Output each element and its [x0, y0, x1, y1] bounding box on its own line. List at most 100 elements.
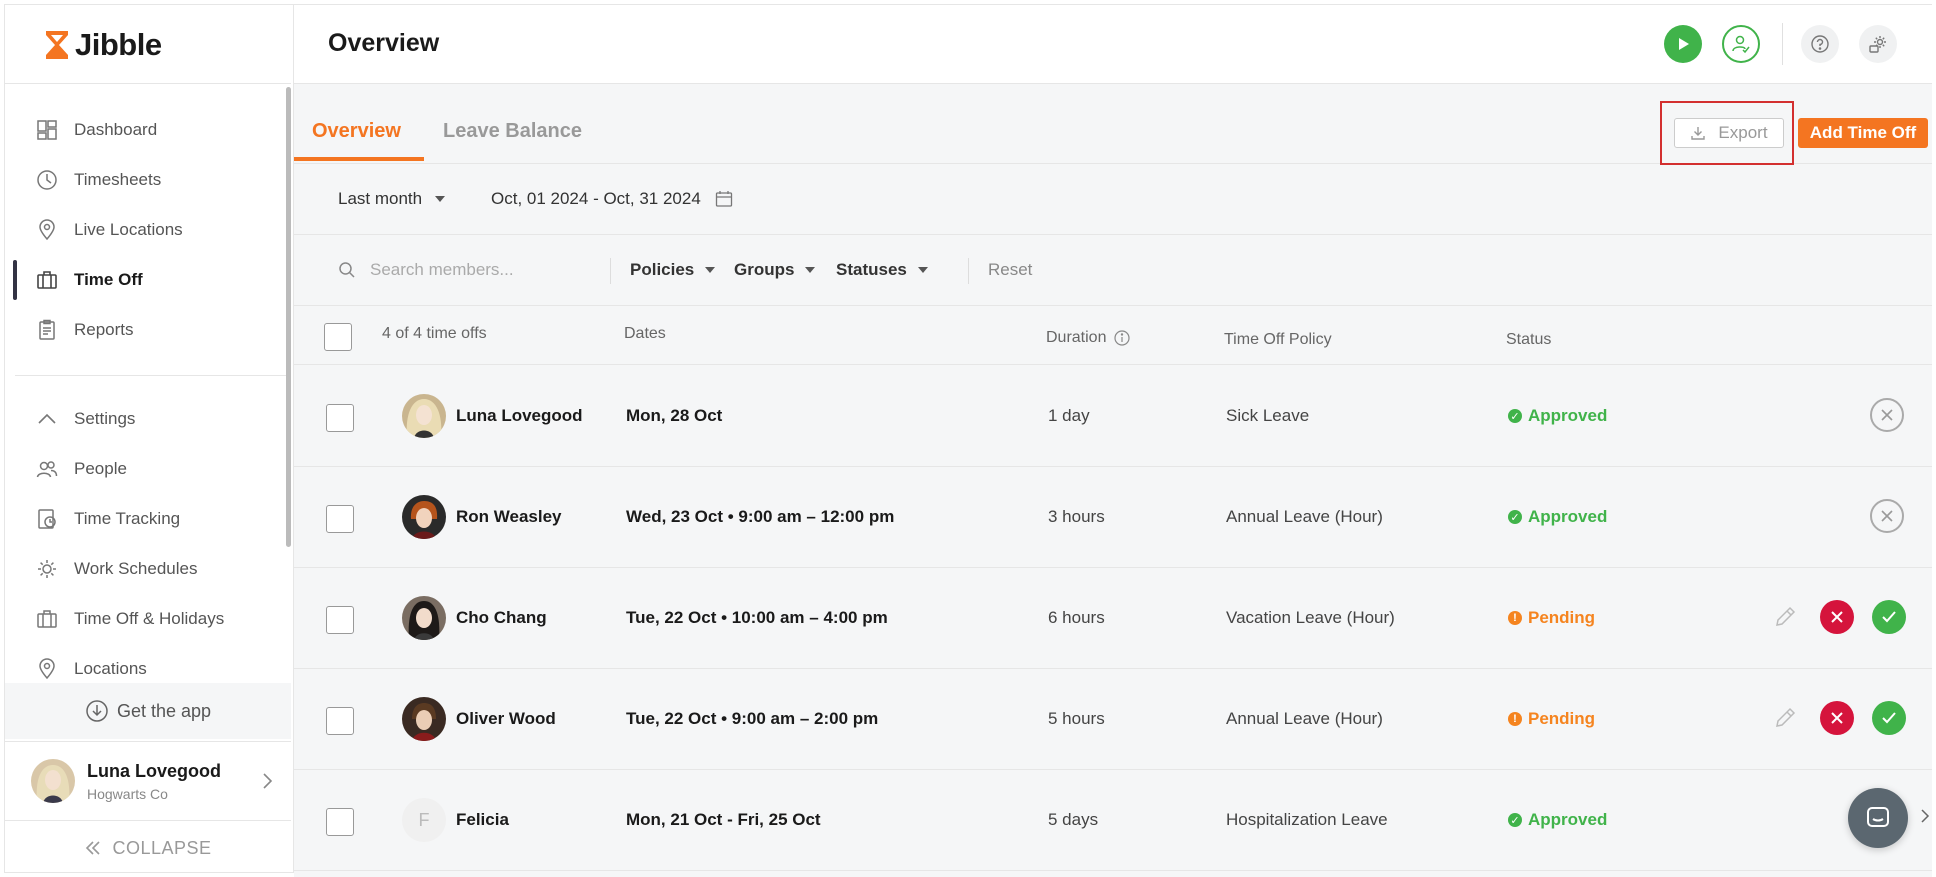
search-box [338, 260, 570, 280]
time-off-dates: Mon, 28 Oct [626, 406, 723, 425]
info-icon[interactable] [1114, 330, 1131, 346]
approve-button[interactable] [1872, 701, 1906, 735]
avatar [402, 697, 446, 741]
caret-down-icon [917, 267, 928, 273]
row-checkbox[interactable] [326, 606, 354, 634]
time-off-duration: 3 hours [1048, 507, 1105, 526]
table-row[interactable]: Luna Lovegood Mon, 28 Oct 1 day Sick Lea… [294, 366, 1932, 467]
row-checkbox[interactable] [326, 707, 354, 735]
close-icon [1881, 409, 1893, 421]
select-all-checkbox[interactable] [324, 323, 352, 351]
approve-button[interactable] [1872, 600, 1906, 634]
user-profile-card[interactable]: Luna Lovegood Hogwarts Co [5, 741, 291, 821]
row-checkbox[interactable] [326, 808, 354, 836]
sidebar-item-label: Reports [74, 320, 134, 339]
suitcase-icon [35, 607, 59, 631]
chevron-up-icon [35, 407, 59, 431]
user-check-icon [1732, 35, 1750, 54]
clock-icon [35, 168, 59, 192]
pencil-icon [1776, 707, 1796, 727]
policies-filter[interactable]: Policies [630, 260, 716, 280]
reject-button[interactable] [1820, 600, 1854, 634]
sidebar-item-people[interactable]: People [5, 444, 291, 494]
sidebar-item-label: Time Tracking [74, 509, 181, 528]
sidebar-item-dashboard[interactable]: Dashboard [5, 105, 291, 155]
add-time-off-button[interactable]: Add Time Off [1798, 118, 1928, 148]
exclamation-icon: ! [1508, 611, 1522, 625]
groups-filter[interactable]: Groups [734, 260, 816, 280]
member-name: Ron Weasley [456, 507, 562, 526]
export-button[interactable]: Export [1674, 118, 1784, 148]
tab-leave-balance[interactable]: Leave Balance [443, 120, 582, 143]
sidebar-scrollbar[interactable] [286, 87, 291, 547]
table-row[interactable]: F Felicia Mon, 21 Oct - Fri, 25 Oct 5 da… [294, 770, 1932, 871]
jibble-logo[interactable]: Jibble [43, 27, 162, 63]
jibble-logo-icon [46, 31, 68, 59]
time-off-dates: Mon, 21 Oct - Fri, 25 Oct [626, 810, 821, 829]
tab-overview[interactable]: Overview [294, 120, 424, 161]
row-checkbox[interactable] [326, 404, 354, 432]
table-row[interactable]: Oliver Wood Tue, 22 Oct • 9:00 am – 2:00… [294, 669, 1932, 770]
status-badge: ✓ Approved [1508, 507, 1607, 527]
edit-button[interactable] [1768, 600, 1802, 634]
clock-in-button[interactable] [1722, 25, 1760, 63]
table-row[interactable]: Cho Chang Tue, 22 Oct • 10:00 am – 4:00 … [294, 568, 1932, 669]
statuses-filter[interactable]: Statuses [836, 260, 929, 280]
table-row[interactable]: Ron Weasley Wed, 23 Oct • 9:00 am – 12:0… [294, 467, 1932, 568]
policies-label: Policies [630, 260, 695, 279]
sidebar-item-time-off[interactable]: Time Off [5, 255, 291, 305]
chat-support-button[interactable] [1848, 788, 1908, 848]
time-off-policy: Annual Leave (Hour) [1226, 709, 1383, 728]
sidebar-item-live-locations[interactable]: Live Locations [5, 205, 291, 255]
cancel-time-off-button[interactable] [1870, 499, 1904, 533]
top-header: Overview [294, 4, 1932, 84]
help-button[interactable] [1801, 25, 1839, 63]
filter-bar: Policies Groups Statuses Reset [294, 236, 1932, 306]
sidebar-item-reports[interactable]: Reports [5, 305, 291, 355]
statuses-label: Statuses [836, 260, 907, 279]
sidebar-item-label: Time Off [74, 270, 143, 289]
download-circle-icon [86, 700, 108, 722]
divider [968, 258, 969, 284]
period-select[interactable]: Last month [338, 189, 446, 209]
time-off-dates: Wed, 23 Oct • 9:00 am – 12:00 pm [626, 507, 895, 526]
sidebar-item-label: People [74, 459, 127, 478]
chat-icon [1867, 807, 1889, 827]
start-timer-button[interactable] [1664, 25, 1702, 63]
sidebar-item-label: Settings [74, 409, 136, 428]
time-off-duration: 5 days [1048, 810, 1099, 829]
search-input[interactable] [370, 260, 570, 280]
close-icon [1881, 510, 1893, 522]
location-pin-icon [35, 218, 59, 242]
status-label: Approved [1528, 406, 1608, 425]
cancel-time-off-button[interactable] [1870, 398, 1904, 432]
sidebar-item-time-tracking[interactable]: Time Tracking [5, 494, 291, 544]
chevron-right-icon[interactable] [1920, 808, 1930, 829]
edit-button[interactable] [1768, 701, 1802, 735]
search-icon [339, 262, 355, 278]
sidebar-item-timesheets[interactable]: Timesheets [5, 155, 291, 205]
sidebar-item-work-schedules[interactable]: Work Schedules [5, 544, 291, 594]
row-checkbox[interactable] [326, 505, 354, 533]
avatar [402, 596, 446, 640]
time-tracking-icon [35, 507, 59, 531]
sidebar-item-settings[interactable]: Settings [5, 394, 291, 444]
time-off-policy: Vacation Leave (Hour) [1226, 608, 1395, 627]
reject-button[interactable] [1820, 701, 1854, 735]
table-header: 4 of 4 time offs Dates Duration Time Off… [294, 307, 1932, 365]
sidebar-item-label: Live Locations [74, 220, 183, 239]
gear-icon [1869, 36, 1886, 53]
get-app-button[interactable]: Get the app [5, 683, 291, 739]
status-label: Pending [1528, 709, 1596, 728]
status-label: Approved [1528, 810, 1608, 829]
reset-button[interactable]: Reset [988, 260, 1032, 280]
time-off-policy: Hospitalization Leave [1226, 810, 1388, 829]
pencil-icon [1776, 606, 1796, 626]
collapse-button[interactable]: COLLAPSE [5, 823, 291, 873]
date-range-picker[interactable]: Oct, 01 2024 - Oct, 31 2024 [491, 189, 733, 209]
sidebar-item-time-off-holidays[interactable]: Time Off & Holidays [5, 594, 291, 644]
status-badge: ! Pending [1508, 608, 1595, 628]
check-icon [1882, 611, 1896, 623]
settings-button[interactable] [1859, 25, 1897, 63]
suitcase-icon [35, 268, 59, 292]
